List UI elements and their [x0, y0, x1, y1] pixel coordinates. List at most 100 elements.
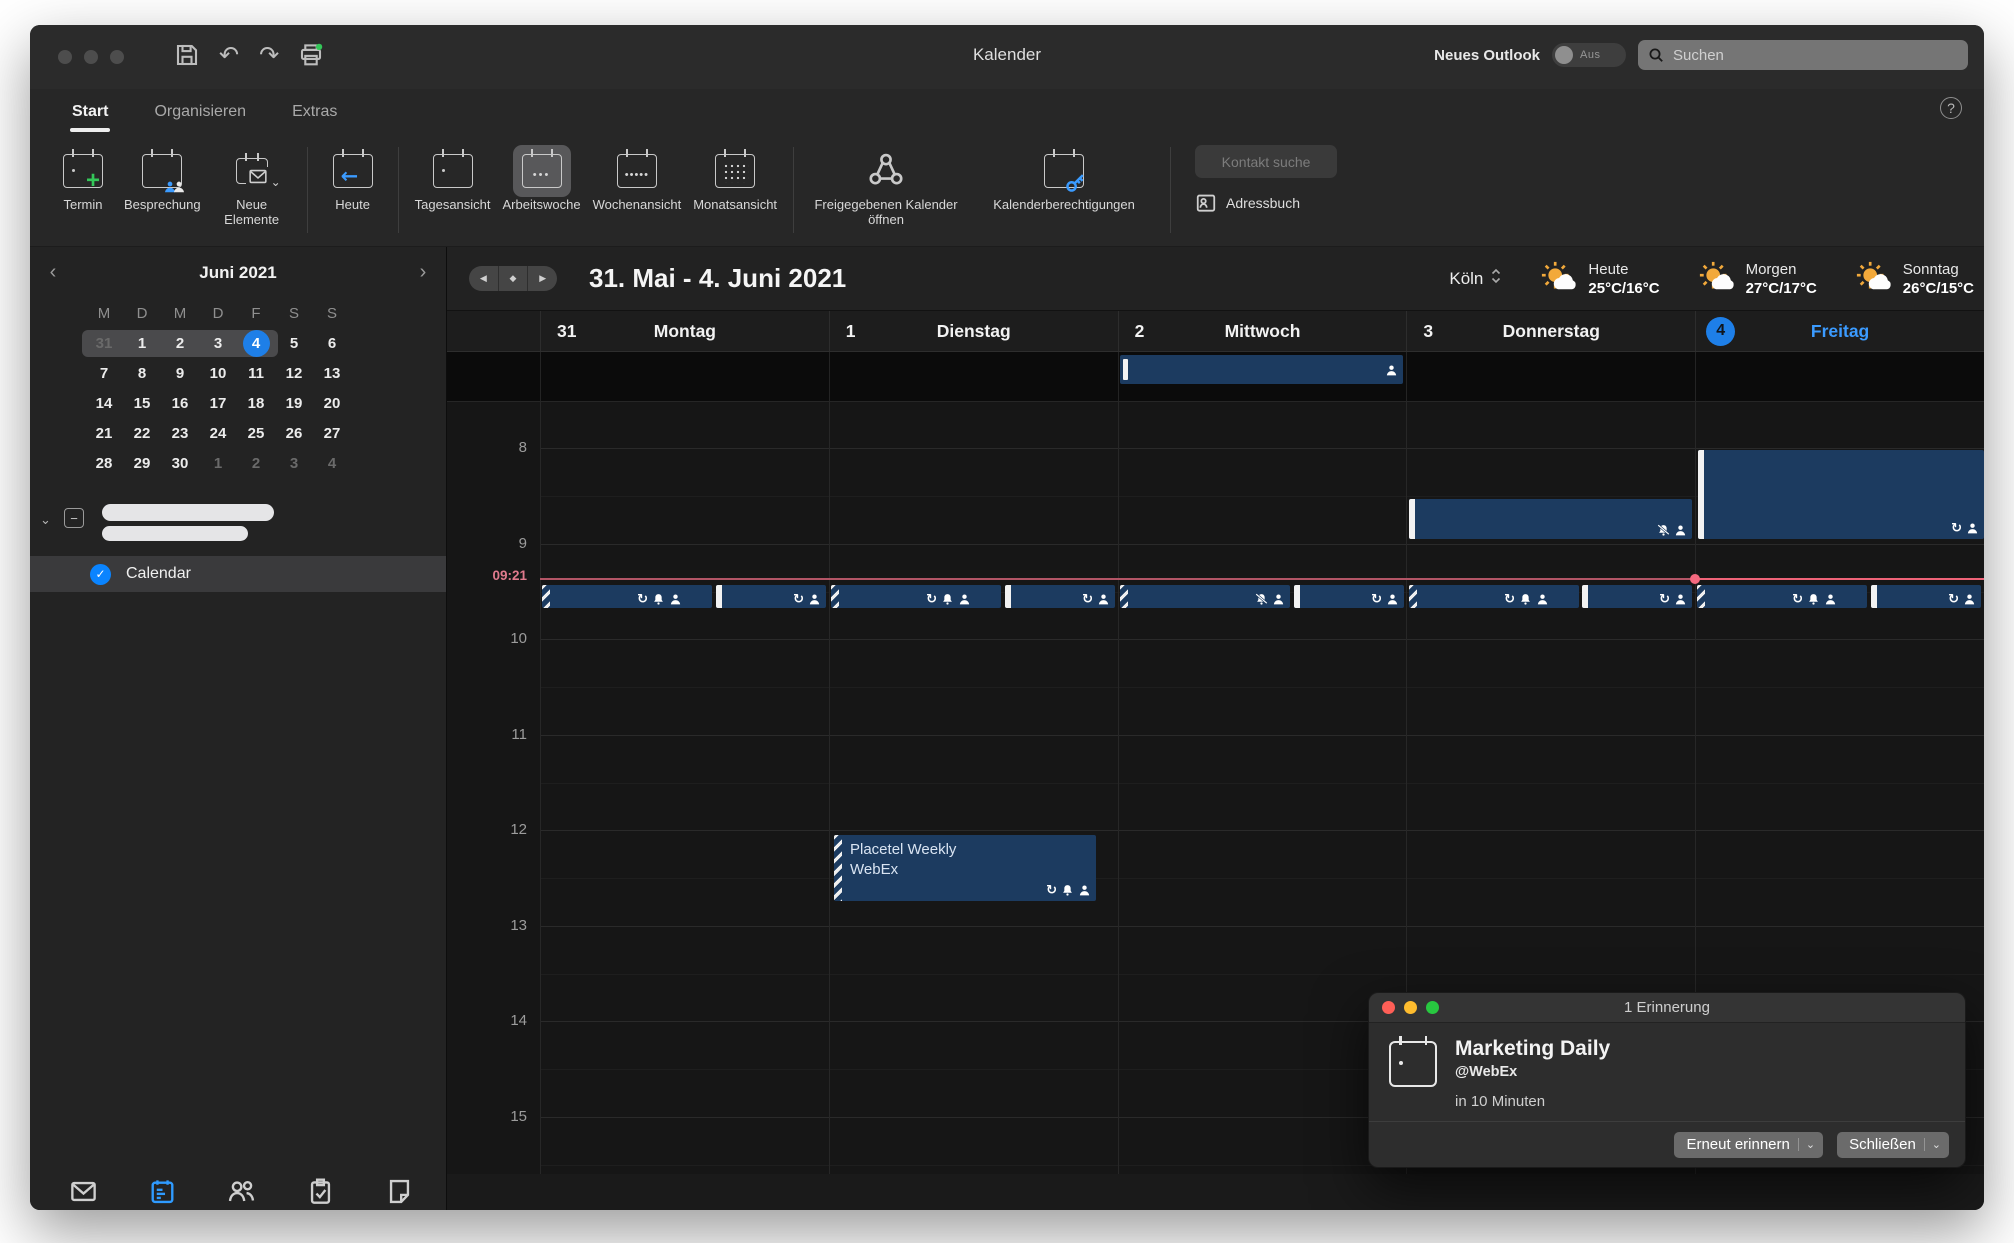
heute-button[interactable]: ← Heute	[324, 145, 382, 212]
mini-day[interactable]: 25	[237, 425, 275, 442]
mini-day[interactable]: 18	[237, 395, 275, 412]
dismiss-button[interactable]: Schließen ⌄	[1837, 1132, 1949, 1158]
mini-day[interactable]: 1	[199, 455, 237, 472]
day-header-dienstag[interactable]: 1 Dienstag	[829, 311, 1118, 351]
besprechung-button[interactable]: Besprechung	[124, 145, 201, 212]
calendar-list-item[interactable]: ✓ Calendar	[30, 556, 446, 592]
collapse-box-icon[interactable]: −	[64, 508, 84, 528]
mini-day[interactable]: 24	[199, 425, 237, 442]
collapse-chevron-icon[interactable]: ⌄	[40, 512, 51, 528]
mini-day[interactable]: 2	[161, 335, 199, 352]
mini-day[interactable]: 21	[85, 425, 123, 442]
contact-search-field[interactable]: Kontakt suche	[1195, 145, 1337, 178]
event-donnerstag-b[interactable]: ↻	[1582, 585, 1692, 608]
event-dienstag-a[interactable]: ↻	[831, 585, 1001, 608]
mini-day[interactable]: 3	[199, 335, 237, 352]
calendar-permissions-button[interactable]: Kalenderberechtigungen	[974, 145, 1154, 212]
new-outlook-toggle[interactable]: Aus	[1552, 43, 1626, 67]
wochenansicht-button[interactable]: ••••• Wochenansicht	[593, 145, 682, 212]
arbeitswoche-button[interactable]: ••• Arbeitswoche	[503, 145, 581, 212]
current-week-button[interactable]: ◆	[499, 266, 529, 291]
event-donnerstag-morning[interactable]	[1409, 499, 1692, 539]
calendar-checkbox[interactable]: ✓	[90, 564, 111, 585]
mini-day[interactable]: 10	[199, 365, 237, 382]
mini-day[interactable]: 7	[85, 365, 123, 382]
weather-city[interactable]: Köln	[1449, 267, 1502, 290]
event-mittwoch-b[interactable]: ↻	[1294, 585, 1404, 608]
help-button[interactable]: ?	[1940, 97, 1962, 119]
prev-week-button[interactable]: ◀	[469, 266, 499, 291]
next-week-button[interactable]: ▶	[528, 266, 557, 291]
minimize-button[interactable]	[1404, 1001, 1417, 1014]
search-input[interactable]: Suchen	[1638, 40, 1968, 70]
adressbuch-button[interactable]: Adressbuch	[1195, 192, 1337, 214]
event-dienstag-b[interactable]: ↻	[1005, 585, 1115, 608]
mini-day[interactable]: 26	[275, 425, 313, 442]
mail-module-button[interactable]	[70, 1178, 97, 1210]
day-header-montag[interactable]: 31 Montag	[540, 311, 829, 351]
mini-day[interactable]: 17	[199, 395, 237, 412]
mini-day[interactable]: 13	[313, 365, 351, 382]
weather-today[interactable]: Heute 25°C/16°C	[1540, 260, 1659, 298]
close-button[interactable]	[1382, 1001, 1395, 1014]
mini-day[interactable]: 29	[123, 455, 161, 472]
mini-day[interactable]: 4	[313, 455, 351, 472]
mini-day[interactable]: 6	[313, 335, 351, 352]
all-day-row[interactable]	[447, 352, 1984, 402]
mini-day[interactable]: 20	[313, 395, 351, 412]
mini-day[interactable]: 23	[161, 425, 199, 442]
monatsansicht-button[interactable]: Monatsansicht	[693, 145, 777, 212]
event-donnerstag-a[interactable]: ↻	[1409, 585, 1579, 608]
weather-tomorrow[interactable]: Morgen 27°C/17°C	[1698, 260, 1817, 298]
event-montag-b[interactable]: ↻	[716, 585, 826, 608]
mini-day[interactable]: 2	[237, 455, 275, 472]
mini-day[interactable]: 16	[161, 395, 199, 412]
mini-day[interactable]: 3	[275, 455, 313, 472]
tagesansicht-button[interactable]: Tagesansicht	[415, 145, 491, 212]
mini-day[interactable]: 1	[123, 335, 161, 352]
mini-day[interactable]: 12	[275, 365, 313, 382]
tab-extras[interactable]: Extras	[292, 103, 337, 121]
day-header-mittwoch[interactable]: 2 Mittwoch	[1118, 311, 1407, 351]
mini-day[interactable]: 11	[237, 365, 275, 382]
mini-day[interactable]: 9	[161, 365, 199, 382]
event-placetel-weekly[interactable]: Placetel Weekly WebEx ↻	[834, 835, 1096, 901]
weather-sunday[interactable]: Sonntag 26°C/15°C	[1855, 260, 1974, 298]
tab-start[interactable]: Start	[72, 103, 108, 121]
mini-day[interactable]: 5	[275, 335, 313, 352]
event-freitag-b[interactable]: ↻	[1871, 585, 1981, 608]
mini-prev-button[interactable]: ‹	[30, 261, 76, 284]
city-stepper-icon[interactable]	[1490, 267, 1502, 290]
mini-day[interactable]: 19	[275, 395, 313, 412]
event-mittwoch-a[interactable]	[1120, 585, 1290, 608]
mini-day[interactable]: 15	[123, 395, 161, 412]
event-montag-a[interactable]: ↻	[542, 585, 712, 608]
all-day-event-mittwoch[interactable]	[1120, 355, 1403, 384]
notes-module-button[interactable]	[386, 1178, 413, 1210]
day-header-donnerstag[interactable]: 3 Donnerstag	[1406, 311, 1695, 351]
termin-button[interactable]: + Termin	[54, 145, 112, 212]
people-module-button[interactable]	[228, 1178, 255, 1210]
day-header-freitag-today[interactable]: 4 Freitag	[1695, 311, 1984, 351]
tasks-module-button[interactable]	[307, 1178, 334, 1210]
mini-day[interactable]: 31	[85, 335, 123, 352]
mini-day-today[interactable]: 4	[237, 335, 275, 352]
mini-next-button[interactable]: ›	[400, 261, 446, 284]
snooze-button[interactable]: Erneut erinnern ⌄	[1674, 1132, 1823, 1158]
open-shared-calendar-button[interactable]: Freigegebenen Kalender öffnen	[810, 145, 962, 227]
mini-day[interactable]: 30	[161, 455, 199, 472]
mini-day[interactable]: 22	[123, 425, 161, 442]
mini-day[interactable]: 14	[85, 395, 123, 412]
mini-day[interactable]: 8	[123, 365, 161, 382]
mini-day[interactable]: 28	[85, 455, 123, 472]
zoom-button[interactable]	[1426, 1001, 1439, 1014]
account-group[interactable]: ⌄ −	[30, 504, 446, 550]
calendar-module-button[interactable]	[149, 1178, 176, 1210]
event-freitag-a[interactable]: ↻	[1697, 585, 1867, 608]
event-freitag-morning[interactable]: ↻	[1698, 450, 1984, 539]
hour-label: 8	[447, 439, 527, 456]
neue-elemente-button[interactable]: ⌄ Neue Elemente	[213, 145, 291, 227]
mini-day[interactable]: 27	[313, 425, 351, 442]
tab-organisieren[interactable]: Organisieren	[154, 103, 246, 121]
reminder-window[interactable]: 1 Erinnerung Marketing Daily @WebEx in 1…	[1368, 992, 1966, 1168]
